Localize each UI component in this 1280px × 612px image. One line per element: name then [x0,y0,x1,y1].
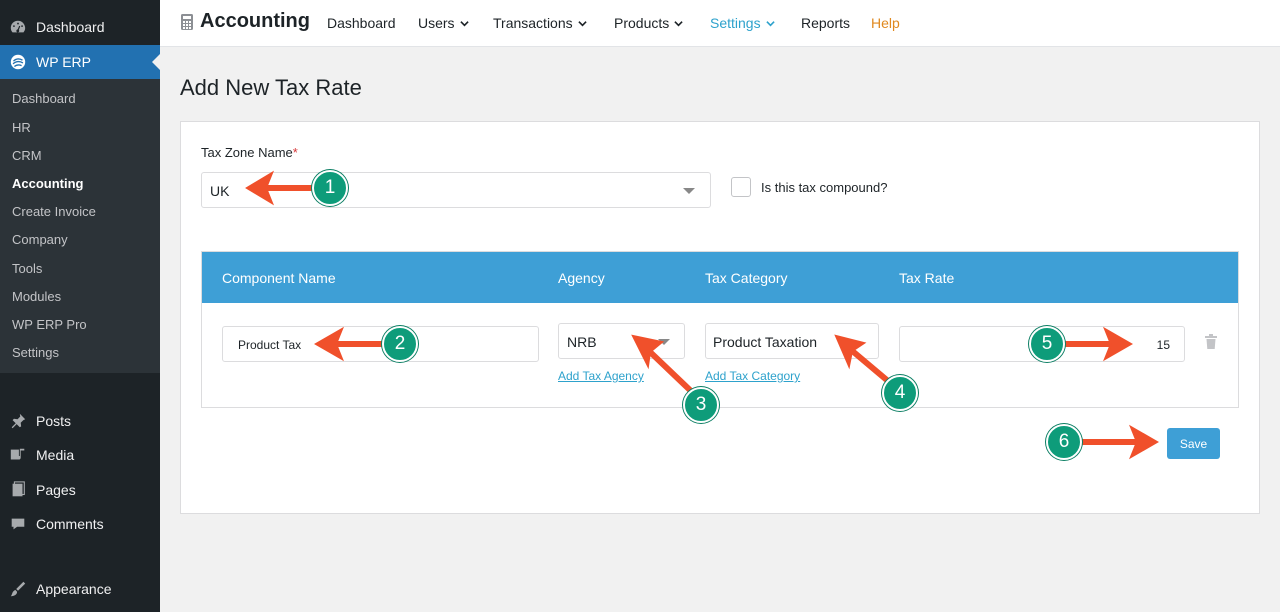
tax-zone-select[interactable]: UK [201,172,711,208]
menu-wp-erp[interactable]: WP ERP [0,45,160,79]
add-tax-agency-link[interactable]: Add Tax Agency [558,369,644,383]
nav-settings[interactable]: Settings [710,15,775,31]
pin-icon [0,412,36,430]
chevron-down-icon [765,20,775,26]
brand: Accounting [180,10,310,33]
tax-components-table: Component Name Agency Tax Category Tax R… [201,251,1239,408]
tax-zone-value: UK [210,183,230,199]
nav-dashboard-label: Dashboard [327,15,396,31]
menu-appearance[interactable]: Appearance [0,572,160,606]
calculator-icon [181,13,193,30]
submenu-tools[interactable]: Tools [12,259,42,279]
header-tax-category: Tax Category [705,270,788,286]
erp-submenu: Dashboard HR CRM Accounting Create Invoi… [0,79,160,373]
menu-media[interactable]: Media [0,438,160,472]
submenu-create-invoice[interactable]: Create Invoice [12,202,96,222]
brush-icon [0,580,36,598]
submenu-settings[interactable]: Settings [12,343,59,363]
add-tax-category-link[interactable]: Add Tax Category [705,369,800,383]
dashboard-icon [0,18,36,36]
comments-icon [0,515,36,533]
admin-sidebar: Dashboard WP ERP Dashboard HR CRM Accoun… [0,0,160,612]
chevron-down-icon [674,20,683,26]
nav-transactions-label: Transactions [493,15,573,31]
nav-help-label: Help [871,15,900,31]
menu-comments-label: Comments [36,516,104,532]
menu-media-label: Media [36,447,75,463]
nav-transactions[interactable]: Transactions [493,15,587,31]
nav-settings-label: Settings [710,15,761,31]
tax-zone-label-text: Tax Zone Name [201,145,293,160]
save-button[interactable]: Save [1167,428,1220,459]
step-badge-2: 2 [382,326,418,362]
tax-rate-value: 15 [1156,338,1170,352]
media-icon [0,446,36,464]
nav-products[interactable]: Products [614,15,683,31]
compound-label: Is this tax compound? [761,180,888,195]
component-name-input[interactable]: Product Tax [222,326,539,362]
submenu-accounting[interactable]: Accounting [12,174,84,194]
step-badge-6: 6 [1046,424,1082,460]
page-title: Add New Tax Rate [180,75,362,100]
tax-category-select[interactable]: Product Taxation [705,323,879,359]
submenu-crm[interactable]: CRM [12,146,42,166]
tax-category-value: Product Taxation [713,334,818,350]
menu-comments[interactable]: Comments [0,507,160,541]
step-badge-4: 4 [882,375,918,411]
component-name-value: Product Tax [238,338,302,352]
menu-wp-erp-label: WP ERP [36,54,91,70]
app-title: Accounting [200,10,310,32]
tax-zone-label: Tax Zone Name* [201,145,298,160]
menu-dashboard[interactable]: Dashboard [0,10,160,44]
trash-icon[interactable] [1204,334,1218,350]
submenu-hr[interactable]: HR [12,118,31,138]
step-badge-3: 3 [683,387,719,423]
erp-icon [0,53,36,71]
nav-users-label: Users [418,15,455,31]
submenu-wp-erp-pro[interactable]: WP ERP Pro [12,315,87,335]
compound-checkbox[interactable] [731,177,751,197]
chevron-down-icon [577,20,587,26]
nav-dashboard[interactable]: Dashboard [327,15,396,31]
nav-products-label: Products [614,15,670,31]
submenu-modules[interactable]: Modules [12,287,61,307]
submenu-dashboard[interactable]: Dashboard [12,89,76,109]
nav-users[interactable]: Users [418,15,469,31]
menu-appearance-label: Appearance [36,581,112,597]
agency-value: NRB [567,334,597,350]
nav-help[interactable]: Help [871,15,900,31]
caret-down-icon [683,188,695,194]
agency-select[interactable]: NRB [558,323,685,359]
header-agency: Agency [558,270,605,286]
header-tax-rate: Tax Rate [899,270,955,286]
header-component-name: Component Name [222,270,336,286]
step-badge-1: 1 [312,170,348,206]
menu-dashboard-label: Dashboard [36,19,105,35]
caret-down-icon [658,339,670,345]
submenu-company[interactable]: Company [12,230,68,250]
menu-pages-label: Pages [36,482,76,498]
menu-pages[interactable]: Pages [0,473,160,507]
nav-reports-label: Reports [801,15,851,31]
nav-reports[interactable]: Reports [801,15,850,31]
required-mark: * [292,145,298,160]
accounting-topnav: Accounting Dashboard Users Transactions … [160,0,1280,47]
pages-icon [0,481,36,499]
menu-posts[interactable]: Posts [0,404,160,438]
menu-posts-label: Posts [36,413,72,429]
step-badge-5: 5 [1029,326,1065,362]
chevron-down-icon [459,20,469,26]
table-header: Component Name Agency Tax Category Tax R… [202,252,1238,303]
